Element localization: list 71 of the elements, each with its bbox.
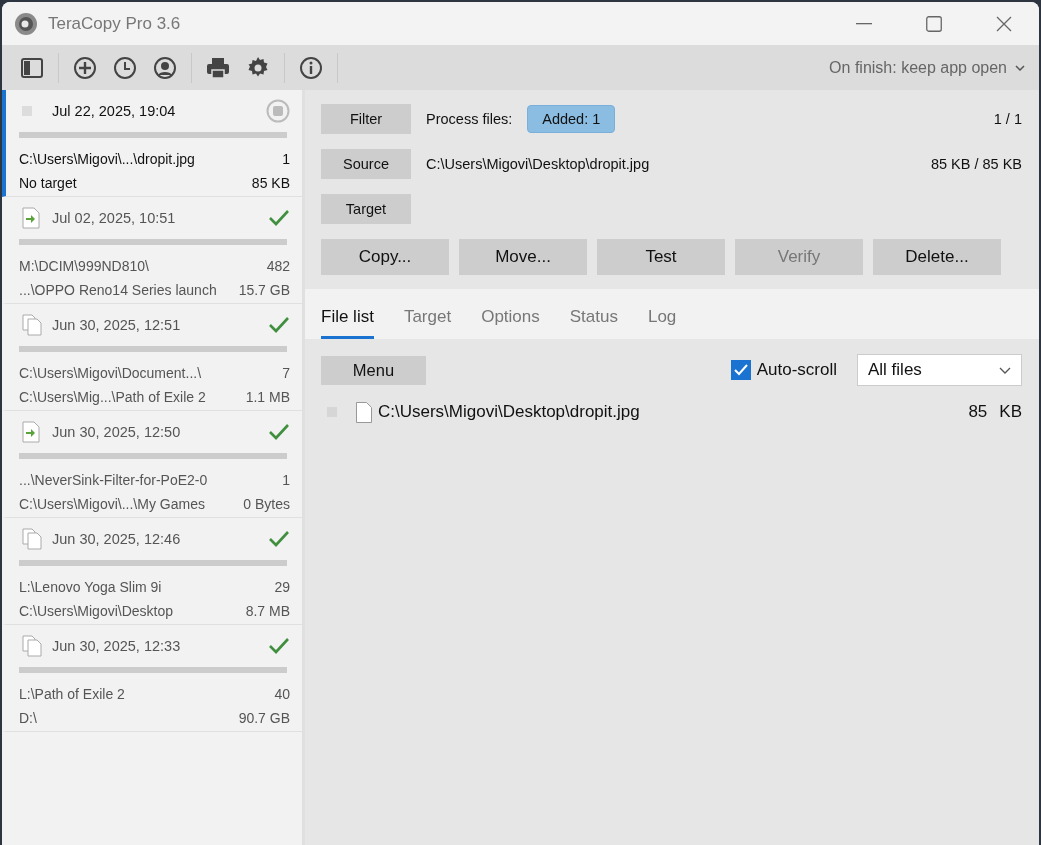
tab[interactable]: Target xyxy=(403,289,464,339)
source-path: L:\Path of Exile 2 xyxy=(19,686,125,702)
checkbox-label: Auto-scroll xyxy=(756,360,837,380)
tab[interactable]: Options xyxy=(481,289,552,339)
job-date: Jul 22, 2025, 19:04 xyxy=(52,103,177,119)
checkbox[interactable] xyxy=(730,360,751,380)
source-button[interactable]: Source xyxy=(321,149,411,179)
file-count: 7 xyxy=(282,365,290,381)
job-date: Jun 30, 2025, 12:51 xyxy=(52,317,182,333)
action-button[interactable]: Test xyxy=(597,239,725,275)
on-finish-dropdown[interactable]: On finish: keep app open xyxy=(829,58,1025,77)
file-count: 29 xyxy=(274,579,290,595)
user-icon[interactable] xyxy=(153,55,177,80)
action-button[interactable]: Copy... xyxy=(321,239,449,275)
source-size: 85 KB / 85 KB xyxy=(930,156,1022,172)
action-button[interactable]: Delete... xyxy=(873,239,1001,275)
file-counter: 1 / 1 xyxy=(993,111,1022,127)
file-size: 85 xyxy=(968,402,988,422)
history-icon[interactable] xyxy=(113,55,137,80)
added-filter-chip[interactable]: Added: 1 xyxy=(527,105,616,133)
file-count: 482 xyxy=(266,258,290,274)
history-item[interactable]: Jul 22, 2025, 19:04 C:\Users\Migovi\...\dropit.jpg 1 No target 85 KB xyxy=(2,90,302,197)
close-icon[interactable] xyxy=(996,15,1012,32)
total-size: 90.7 GB xyxy=(238,710,290,726)
target-path: ...\OPPO Reno14 Series launch xyxy=(19,282,217,298)
file-icon xyxy=(356,401,372,423)
add-icon[interactable] xyxy=(73,55,97,80)
chevron-down-icon xyxy=(999,366,1011,374)
source-path: M:\DCIM\999ND810\ xyxy=(19,258,149,274)
menu-button[interactable]: Menu xyxy=(321,355,426,385)
printer-icon[interactable] xyxy=(206,55,230,80)
tab[interactable]: File list xyxy=(321,289,374,339)
chevron-down-icon xyxy=(1015,64,1025,71)
tab[interactable]: Status xyxy=(569,289,630,339)
checkmark-icon xyxy=(733,364,748,376)
total-size: 0 Bytes xyxy=(243,496,290,512)
source-path: ...\NeverSink-Filter-for-PoE2-0 xyxy=(19,472,208,488)
process-files-label: Process files: xyxy=(426,111,513,127)
file-count: 1 xyxy=(282,151,290,167)
size-unit: KB xyxy=(999,402,1022,422)
job-date: Jun 30, 2025, 12:33 xyxy=(52,638,182,654)
app-logo-icon xyxy=(14,11,38,36)
target-path: D:\ xyxy=(19,710,37,726)
tab[interactable]: Log xyxy=(647,289,689,339)
window-title: TeraCopy Pro 3.6 xyxy=(48,13,182,34)
total-size: 8.7 MB xyxy=(245,603,290,619)
file-count: 1 xyxy=(282,472,290,488)
target-path: C:\Users\Migovi\...\My Games xyxy=(19,496,205,512)
source-path: C:\Users\Migovi\...\dropit.jpg xyxy=(19,151,195,167)
minimize-icon[interactable] xyxy=(856,22,872,25)
total-size: 85 KB xyxy=(251,175,290,191)
total-size: 15.7 GB xyxy=(238,282,290,298)
maximize-icon[interactable] xyxy=(926,15,942,32)
job-date: Jun 30, 2025, 12:50 xyxy=(52,424,182,440)
source-path: C:\Users\Migovi\Desktop\dropit.jpg xyxy=(426,156,650,172)
job-date: Jun 30, 2025, 12:46 xyxy=(52,531,182,547)
source-path: C:\Users\Migovi\Document...\ xyxy=(19,365,202,381)
total-size: 1.1 MB xyxy=(245,389,290,405)
target-button[interactable]: Target xyxy=(321,194,411,224)
target-path: No target xyxy=(19,175,77,191)
target-path: C:\Users\Mig...\Path of Exile 2 xyxy=(19,389,206,405)
file-filter-dropdown[interactable]: All files xyxy=(857,354,1022,386)
source-path: L:\Lenovo Yoga Slim 9i xyxy=(19,579,162,595)
job-date: Jul 02, 2025, 10:51 xyxy=(52,210,177,226)
action-button[interactable]: Move... xyxy=(459,239,587,275)
file-path: C:\Users\Migovi\Desktop\dropit.jpg xyxy=(378,402,640,422)
file-count: 40 xyxy=(274,686,290,702)
info-icon[interactable] xyxy=(299,55,323,80)
target-path: C:\Users\Migovi\Desktop xyxy=(19,603,174,619)
filter-button[interactable]: Filter xyxy=(321,104,411,134)
sidebar-toggle-icon[interactable] xyxy=(20,55,44,80)
